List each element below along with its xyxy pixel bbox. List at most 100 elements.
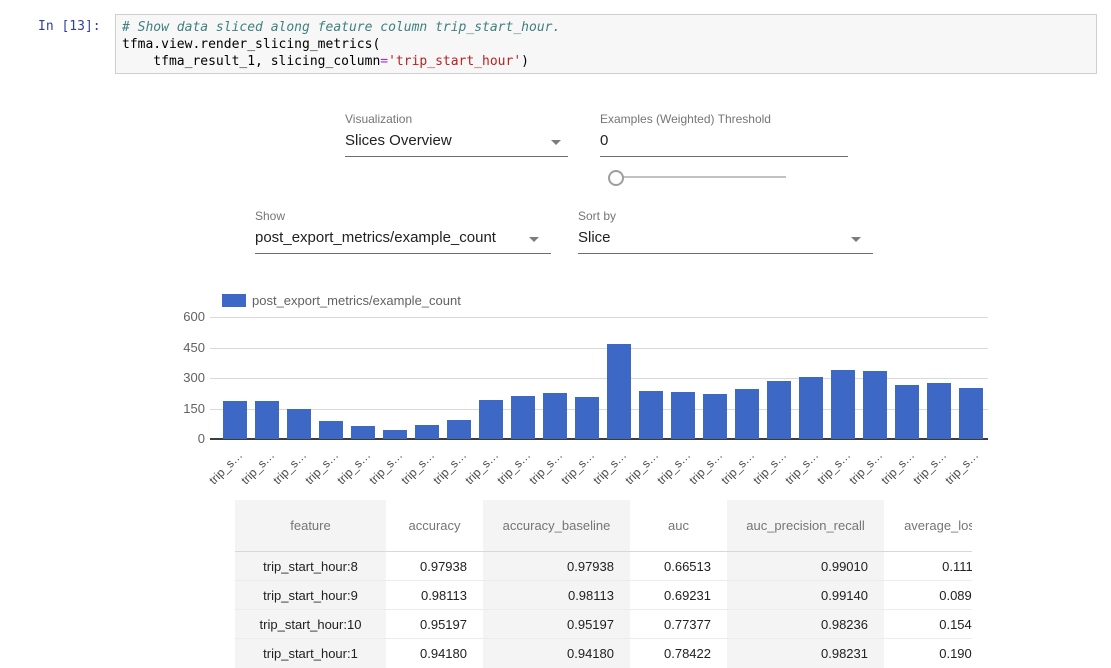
table-header-row: featureaccuracyaccuracy_baselineaucauc_p… [235, 500, 972, 552]
table-cell: 0.97938 [386, 552, 483, 580]
slider-handle-icon[interactable] [608, 170, 624, 186]
code-comment: # Show data sliced along feature column … [122, 20, 560, 35]
bar[interactable] [511, 396, 535, 439]
x-axis-tick-label: trip_s… [302, 448, 341, 487]
bar[interactable] [255, 401, 279, 439]
gridline [210, 348, 988, 349]
bar[interactable] [415, 425, 439, 439]
bar[interactable] [447, 420, 471, 439]
table-cell: 0.98236 [727, 610, 884, 638]
y-axis-tick-label: 600 [181, 309, 205, 324]
bar[interactable] [607, 344, 631, 439]
table-cell: 0.98113 [483, 581, 630, 609]
table-cell: 0.95197 [483, 610, 630, 638]
table-cell: 0.97938 [483, 552, 630, 580]
table-cell: 0.98231 [727, 639, 884, 668]
show-metric-dropdown[interactable]: Show post_export_metrics/example_count [255, 209, 551, 254]
table-cell: trip_start_hour:10 [235, 610, 386, 638]
table-cell: 0.94180 [386, 639, 483, 668]
sort-by-dropdown[interactable]: Sort by Slice [578, 209, 873, 254]
x-axis-tick-label: trip_s… [910, 448, 949, 487]
x-axis-tick-label: trip_s… [430, 448, 469, 487]
table-cell: 0.99010 [727, 552, 884, 580]
y-axis-tick-label: 450 [181, 340, 205, 355]
x-axis-tick-label: trip_s… [622, 448, 661, 487]
table-cell: 0.98113 [386, 581, 483, 609]
visualization-value: Slices Overview [345, 127, 568, 157]
y-axis-tick-label: 150 [181, 401, 205, 416]
x-axis-tick-label: trip_s… [782, 448, 821, 487]
y-axis-tick-label: 300 [181, 370, 205, 385]
show-value: post_export_metrics/example_count [255, 224, 551, 254]
table-cell: trip_start_hour:9 [235, 581, 386, 609]
table-cell: 0.1111 [884, 552, 972, 580]
threshold-field[interactable]: Examples (Weighted) Threshold 0 [600, 112, 848, 157]
visualization-label: Visualization [345, 112, 568, 127]
column-header: accuracy [386, 500, 483, 551]
table-cell: 0.1901 [884, 639, 972, 668]
bar[interactable] [959, 388, 983, 439]
sort-by-label: Sort by [578, 209, 873, 224]
table-cell: 0.78422 [630, 639, 727, 668]
bar[interactable] [831, 370, 855, 439]
bar[interactable] [479, 400, 503, 439]
bar[interactable] [639, 391, 663, 439]
x-axis-tick-label: trip_s… [718, 448, 757, 487]
metrics-table: featureaccuracyaccuracy_baselineaucauc_p… [235, 500, 972, 668]
code-line3-pre: tfma_result_1, slicing_column [122, 54, 380, 69]
code-line3-post: ) [521, 54, 529, 69]
chevron-down-icon[interactable] [551, 140, 561, 145]
gridline [210, 317, 988, 318]
bar[interactable] [703, 394, 727, 439]
sort-by-value: Slice [578, 224, 873, 254]
threshold-input[interactable]: 0 [600, 127, 848, 157]
x-axis-tick-label: trip_s… [558, 448, 597, 487]
chevron-down-icon[interactable] [529, 237, 539, 242]
x-axis-tick-label: trip_s… [462, 448, 501, 487]
table-cell: 0.77377 [630, 610, 727, 638]
bar[interactable] [575, 397, 599, 439]
bar[interactable] [319, 421, 343, 439]
bar[interactable] [767, 381, 791, 439]
y-axis-tick-label: 0 [181, 431, 205, 446]
bar[interactable] [543, 393, 567, 439]
bar[interactable] [287, 409, 311, 440]
bar[interactable] [351, 426, 375, 439]
x-axis-tick-label: trip_s… [366, 448, 405, 487]
threshold-label: Examples (Weighted) Threshold [600, 112, 848, 127]
table-row: trip_start_hour:90.981130.981130.692310.… [235, 581, 972, 610]
table-row: trip_start_hour:100.951970.951970.773770… [235, 610, 972, 639]
x-axis-tick-label: trip_s… [942, 448, 981, 487]
x-axis-tick-label: trip_s… [270, 448, 309, 487]
table-cell: 0.95197 [386, 610, 483, 638]
x-axis-tick-label: trip_s… [814, 448, 853, 487]
bar[interactable] [863, 371, 887, 439]
code-line2: tfma.view.render_slicing_metrics( [122, 37, 380, 52]
table-cell: trip_start_hour:8 [235, 552, 386, 580]
column-header: auc [630, 500, 727, 551]
column-header: auc_precision_recall [727, 500, 884, 551]
threshold-slider[interactable] [608, 168, 786, 186]
bar[interactable] [927, 383, 951, 439]
chevron-down-icon[interactable] [851, 237, 861, 242]
table-row: trip_start_hour:10.941800.941800.784220.… [235, 639, 972, 668]
x-axis-tick-label: trip_s… [494, 448, 533, 487]
table-cell: 0.0892 [884, 581, 972, 609]
slider-track [613, 176, 786, 178]
table-cell: 0.69231 [630, 581, 727, 609]
x-axis-tick-label: trip_s… [334, 448, 373, 487]
bar[interactable] [671, 392, 695, 439]
bar[interactable] [735, 389, 759, 439]
column-header: accuracy_baseline [483, 500, 630, 551]
bar[interactable] [223, 401, 247, 439]
table-cell: 0.94180 [483, 639, 630, 668]
code-editor[interactable]: # Show data sliced along feature column … [115, 14, 1097, 74]
bar[interactable] [383, 430, 407, 439]
legend-label: post_export_metrics/example_count [252, 293, 461, 308]
legend-swatch [222, 294, 246, 307]
visualization-dropdown[interactable]: Visualization Slices Overview [345, 112, 568, 157]
bar[interactable] [799, 377, 823, 439]
bar[interactable] [895, 385, 919, 439]
x-axis-tick-label: trip_s… [206, 448, 245, 487]
table-cell: 0.1541 [884, 610, 972, 638]
